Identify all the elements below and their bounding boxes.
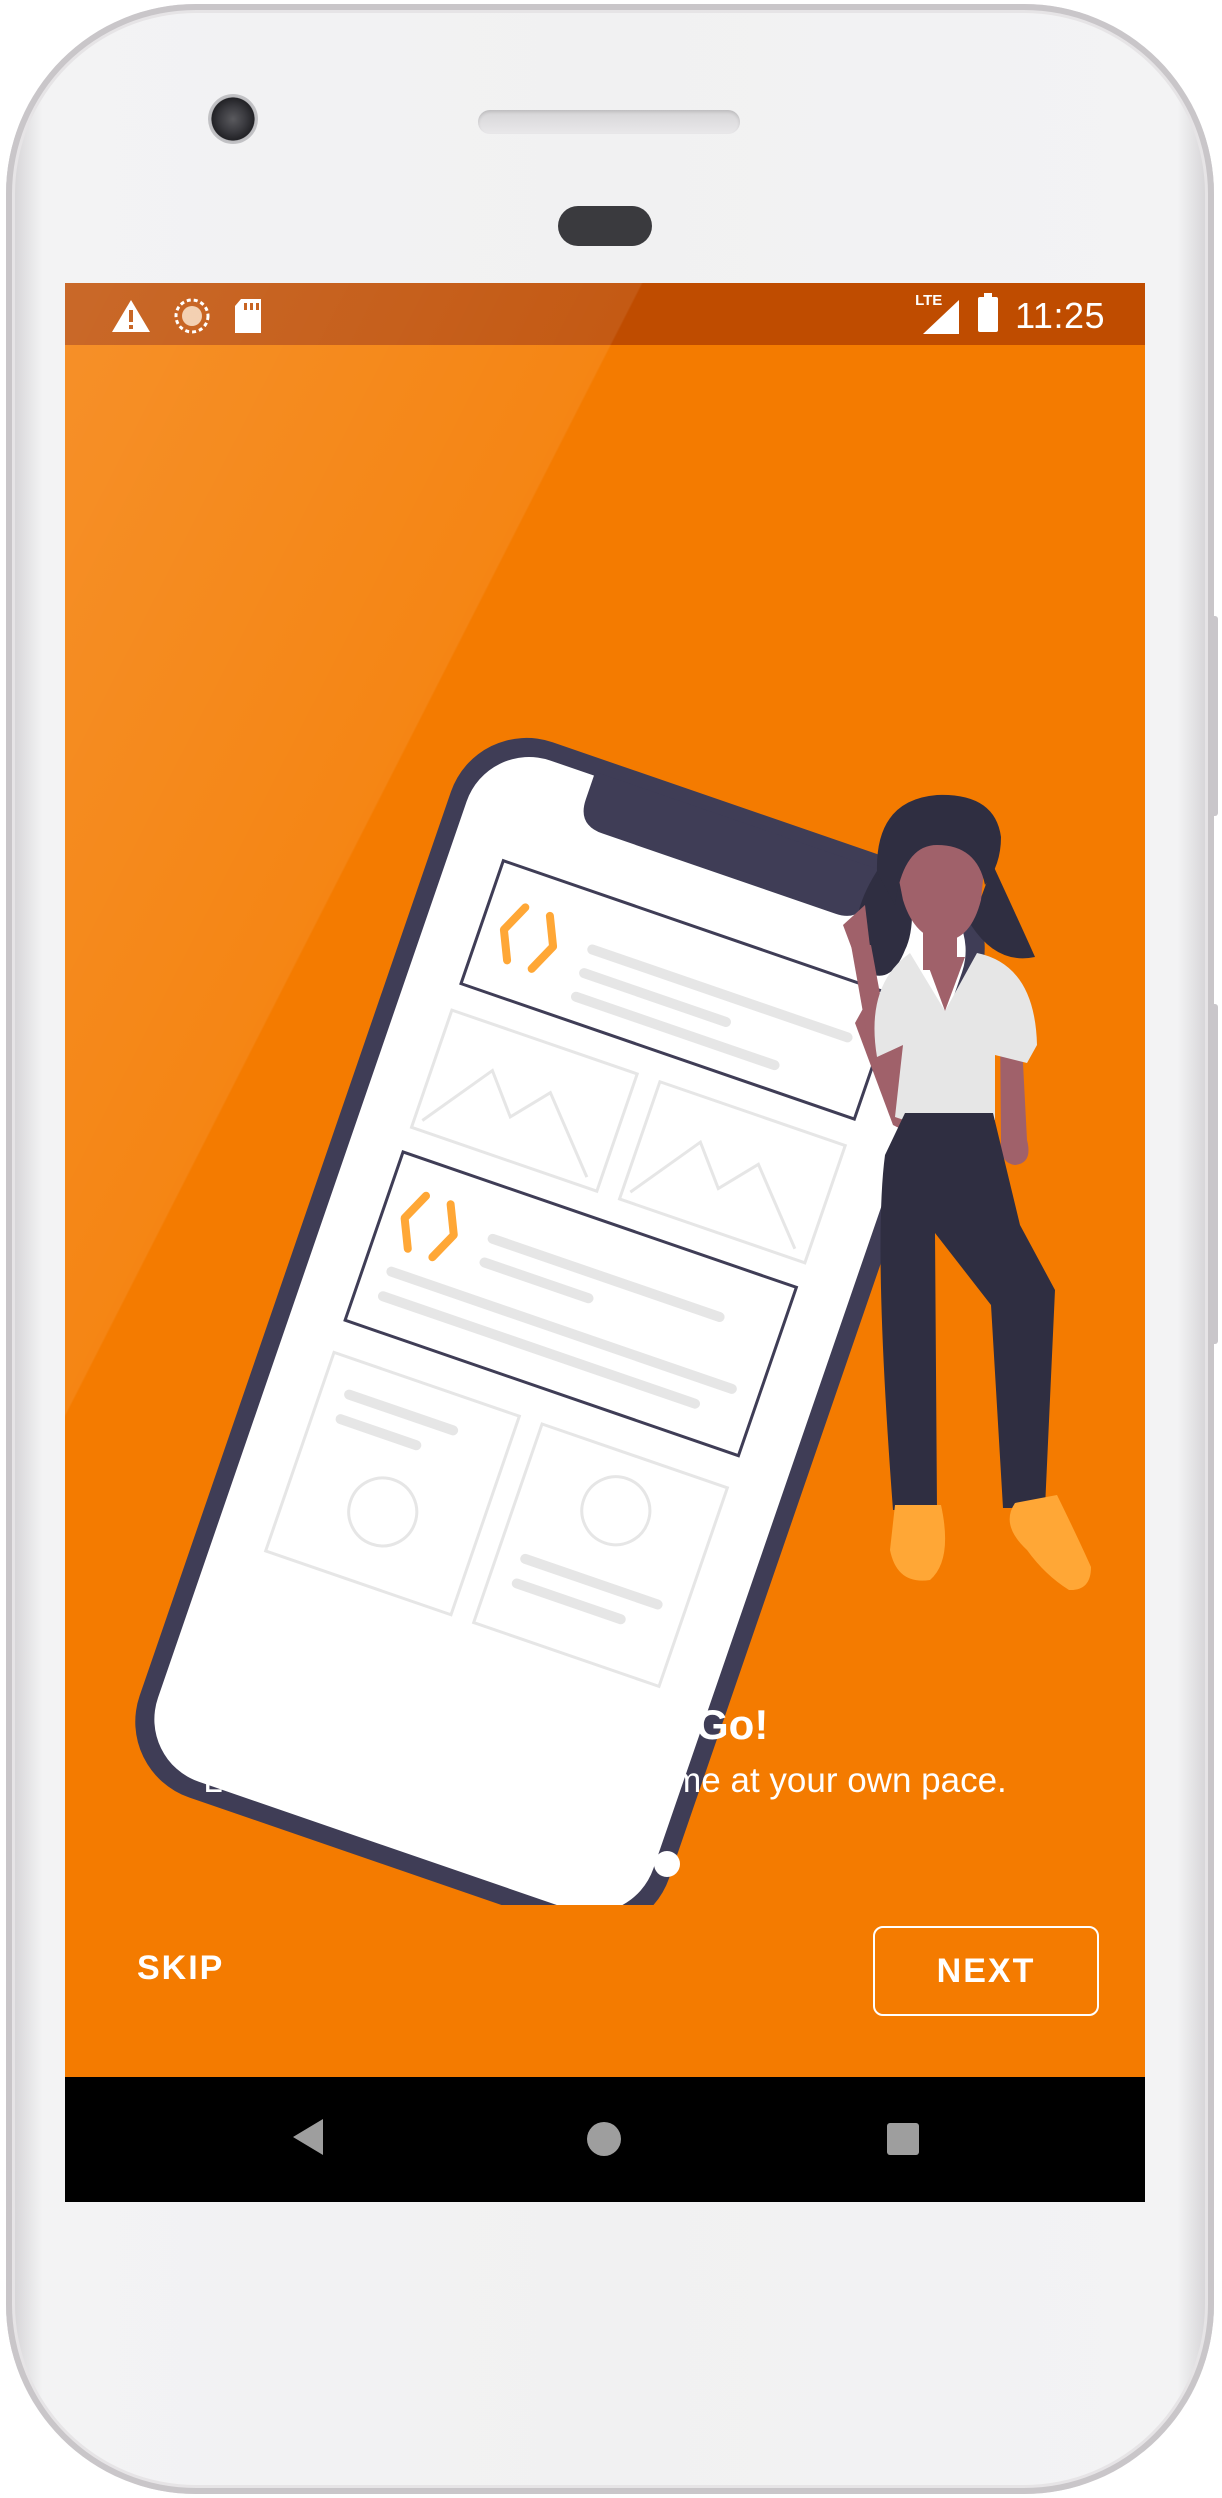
power-button — [1210, 616, 1218, 816]
onboarding-illustration — [135, 737, 1091, 1905]
warning-icon — [111, 299, 151, 338]
front-camera — [208, 94, 258, 144]
network-type-label: LTE — [915, 291, 943, 309]
page-indicator-dot[interactable] — [654, 1851, 680, 1877]
onboarding-title: Code on the Go! — [441, 1701, 769, 1748]
page-indicator-dot-active[interactable] — [530, 1851, 596, 1877]
recents-icon[interactable] — [887, 2123, 919, 2155]
battery-icon — [977, 293, 999, 338]
status-bar: LTE 11:25 — [65, 283, 1145, 345]
navigation-bar — [65, 2077, 1145, 2202]
page-indicator-dot[interactable] — [612, 1851, 638, 1877]
proximity-sensor — [558, 206, 652, 246]
clock: 11:25 — [1015, 294, 1105, 336]
skip-button[interactable]: SKIP — [137, 1923, 287, 2013]
volume-button — [1210, 1004, 1218, 1344]
back-icon[interactable] — [291, 2117, 325, 2162]
page-indicator — [65, 1851, 1145, 1877]
earpiece-speaker — [478, 110, 740, 134]
sync-icon — [173, 297, 211, 340]
onboarding-subtitle: Learn to code anywhere, anytime at your … — [203, 1761, 1007, 1800]
next-button[interactable]: NEXT — [873, 1926, 1099, 2016]
screen: LTE 11:25 Code on the Go! Learn to code … — [65, 283, 1145, 2202]
sd-card-icon — [233, 298, 263, 339]
home-icon[interactable] — [587, 2122, 621, 2156]
signal-icon: LTE — [915, 292, 961, 336]
